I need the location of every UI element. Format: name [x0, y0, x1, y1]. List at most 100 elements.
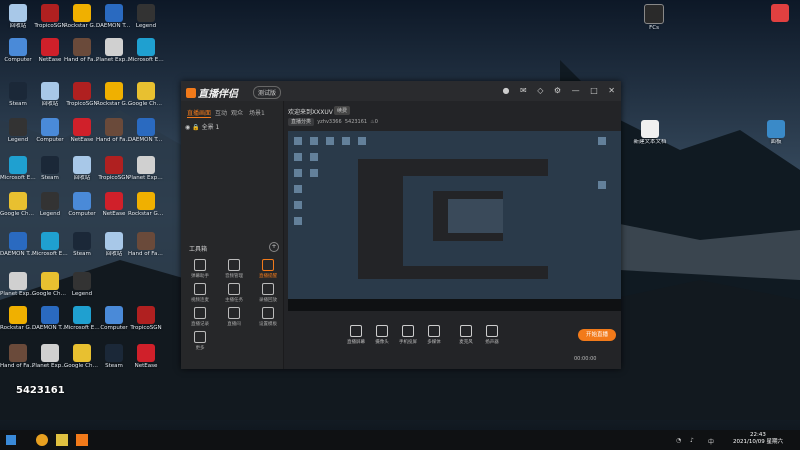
desktop-icon[interactable]: Microsoft Edge [32, 232, 68, 257]
desktop-icon[interactable]: Rockstar Games [96, 82, 132, 107]
tool-item[interactable]: 直播间 [221, 307, 247, 327]
desktop-icon[interactable]: Microsoft Edge [0, 156, 36, 181]
desktop-icon[interactable]: Google Chrome [32, 272, 68, 297]
tool-item[interactable]: 音频管理 [221, 259, 247, 279]
source-button[interactable]: 摄像头 [368, 325, 396, 345]
desktop-icon[interactable]: NetEase [96, 192, 132, 217]
source-button[interactable]: 扬声器 [478, 325, 506, 345]
desktop-icon[interactable]: Planet Explorers [32, 344, 68, 369]
desktop-icon[interactable]: Computer [96, 306, 132, 331]
desktop-icon[interactable]: Google Chrome [64, 344, 100, 369]
tool-item[interactable]: 直播提醒 [255, 259, 281, 279]
desktop-icon[interactable]: Computer [32, 118, 68, 143]
desktop-icon-label: 回收站 [41, 101, 59, 107]
desktop-icon[interactable]: Rockstar Games [0, 306, 36, 331]
desktop-icon[interactable]: Legend [128, 4, 164, 29]
chrome-taskbar-icon[interactable] [36, 434, 48, 446]
desktop-icon[interactable]: Steam [32, 156, 68, 181]
settings-icon[interactable]: ⚙ [554, 86, 561, 95]
app-icon [137, 4, 155, 22]
desktop-icon[interactable]: 回收站 [32, 82, 68, 107]
desktop-icon-panel[interactable]: 面板 [758, 120, 794, 145]
desktop-icon[interactable]: TropicoSGN [128, 306, 164, 331]
desktop-icon[interactable]: Hand of Fate 2 [0, 344, 36, 369]
desktop-icon[interactable]: Microsoft Edge [128, 38, 164, 63]
desktop-icon[interactable]: Planet Explorers [128, 156, 164, 181]
desktop-icon[interactable]: Steam [64, 232, 100, 257]
tool-item[interactable]: 更多 [187, 331, 213, 351]
desktop-icon[interactable]: 回收站 [64, 156, 100, 181]
desktop-icon[interactable]: Legend [64, 272, 100, 297]
source-button[interactable]: 麦克风 [452, 325, 480, 345]
desktop-icon[interactable]: Planet Explorers [96, 38, 132, 63]
desktop-icon[interactable]: TropicoSGN [64, 82, 100, 107]
desktop-icon[interactable]: Steam [96, 344, 132, 369]
desktop-icon[interactable]: NetEase [64, 118, 100, 143]
desktop-icon[interactable]: Microsoft Edge [64, 306, 100, 331]
start-live-button[interactable]: 开始直播 [578, 329, 616, 341]
desktop-icon[interactable]: Computer [64, 192, 100, 217]
desktop-icon[interactable]: DAEMON Tools Lite [96, 4, 132, 29]
tab-interact[interactable]: 互动 [215, 108, 227, 117]
notification-icon[interactable]: ◇ [537, 86, 543, 95]
desktop-icon[interactable]: Rockstar Games [64, 4, 100, 29]
desktop-icon[interactable]: Steam [0, 82, 36, 107]
folder-taskbar-icon[interactable] [56, 434, 68, 446]
desktop-icon[interactable]: NetEase [128, 344, 164, 369]
category-button[interactable]: 直播分类 [288, 118, 315, 126]
desktop-icon[interactable]: Legend [32, 192, 68, 217]
eye-icon[interactable]: ◉ [185, 124, 190, 131]
avatar-icon[interactable]: ● [502, 86, 509, 95]
desktop-icon[interactable]: 回收站 [0, 4, 36, 29]
tray-volume-icon[interactable]: ♪ [690, 437, 694, 444]
start-icon[interactable] [6, 435, 16, 445]
desktop-icon[interactable]: 回收站 [96, 232, 132, 257]
tray-network-icon[interactable]: ◔ [676, 437, 681, 444]
source-button[interactable]: 手机投屏 [394, 325, 422, 345]
tool-item[interactable]: 录播回放 [255, 283, 281, 303]
tool-label: 直播提醒 [259, 274, 277, 279]
tool-item[interactable]: 弹幕助手 [187, 259, 213, 279]
desktop-icon[interactable]: Legend [0, 118, 36, 143]
stream-preview[interactable] [288, 131, 621, 311]
desktop-icon[interactable]: Planet Explorers [0, 272, 36, 297]
app-icon [73, 272, 91, 290]
desktop-icon[interactable]: DAEMON Tools Lite [128, 118, 164, 143]
live-app-taskbar-icon[interactable] [76, 434, 88, 446]
desktop-icon[interactable]: Computer [0, 38, 36, 63]
desktop-icon[interactable]: DAEMON Tools Lite [0, 232, 36, 257]
desktop-icon[interactable]: DAEMON Tools Lite [32, 306, 68, 331]
source-button[interactable]: 多媒体 [420, 325, 448, 345]
tab-scene[interactable]: 场景1 [249, 108, 265, 117]
scene-item[interactable]: ◉ 🔒 全景 1 [185, 122, 219, 131]
desktop-icon[interactable]: Google Chrome [0, 192, 36, 217]
tool-item[interactable]: 直播记录 [187, 307, 213, 327]
tab-stream-view[interactable]: 直播画面 [187, 108, 212, 118]
desktop-icon-fcs[interactable]: FCs [636, 4, 672, 31]
desktop-icon-text-doc[interactable]: 新建文本文档 [632, 120, 668, 145]
tool-item[interactable]: 设置模板 [255, 307, 281, 327]
tool-item[interactable]: 主播任务 [221, 283, 247, 303]
message-icon[interactable]: ✉ [520, 86, 527, 95]
lock-icon[interactable]: 🔒 [192, 124, 199, 131]
desktop-icon[interactable]: TropicoSGN [32, 4, 68, 29]
tab-audience[interactable]: 观众 [231, 108, 243, 117]
desktop-icon-app[interactable] [762, 4, 798, 22]
desktop-icon[interactable]: Hand of Fate 2 [64, 38, 100, 63]
taskbar-clock[interactable]: 22:43 2021/10/09 星期六 [733, 432, 783, 446]
tray-language[interactable]: 中 [708, 437, 714, 446]
tool-icon [194, 307, 206, 319]
desktop-icon[interactable]: TropicoSGN [96, 156, 132, 181]
close-icon[interactable]: ✕ [608, 86, 615, 95]
maximize-icon[interactable]: □ [590, 86, 598, 95]
renew-button[interactable]: 续费 [334, 106, 351, 115]
add-tool-icon[interactable]: + [269, 242, 279, 252]
desktop-icon[interactable]: Hand of Fate 2 [96, 118, 132, 143]
source-button[interactable]: 直播屏幕 [342, 325, 370, 345]
tool-item[interactable]: 视频连麦 [187, 283, 213, 303]
desktop-icon[interactable]: Google Chrome [128, 82, 164, 107]
desktop-icon[interactable]: NetEase [32, 38, 68, 63]
desktop-icon[interactable]: Rockstar Games [128, 192, 164, 217]
desktop-icon[interactable]: Hand of Fate 2 [128, 232, 164, 257]
minimize-icon[interactable]: — [572, 86, 580, 95]
